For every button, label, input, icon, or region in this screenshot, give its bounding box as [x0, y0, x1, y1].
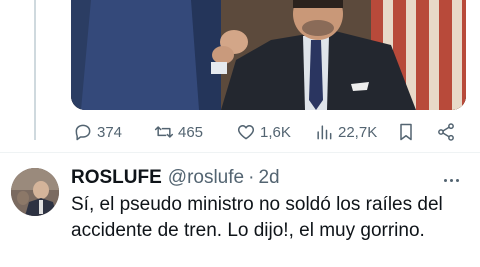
- timestamp[interactable]: 2d: [258, 167, 279, 189]
- separator-dot: ·: [248, 167, 255, 188]
- bookmark-button[interactable]: [396, 122, 416, 142]
- analytics-icon: [317, 125, 332, 140]
- tweet-divider: [0, 152, 480, 153]
- share-icon: [438, 123, 454, 141]
- share-button[interactable]: [436, 122, 456, 142]
- views-button[interactable]: 22,7K: [314, 122, 377, 142]
- user-handle[interactable]: @roslufe: [168, 167, 244, 189]
- dot: [456, 179, 459, 182]
- avatar[interactable]: [11, 168, 59, 216]
- retweet-icon: [154, 126, 174, 138]
- like-count: 1,6K: [260, 123, 291, 141]
- view-count: 22,7K: [338, 123, 378, 141]
- display-name[interactable]: ROSLUFE: [71, 167, 162, 189]
- reply-tweet[interactable]: ROSLUFE @roslufe · 2d Sí, el pseudo mini…: [0, 160, 480, 267]
- like-button[interactable]: 1,6K: [236, 122, 291, 142]
- tweet-actions-bar: 374 465 1,6K 22,7K: [0, 118, 480, 150]
- dot: [450, 179, 453, 182]
- reply-text: Sí, el pseudo ministro no soldó los raíl…: [71, 194, 443, 241]
- reply-button[interactable]: 374: [73, 122, 122, 142]
- reply-header: ROSLUFE @roslufe · 2d: [71, 165, 460, 191]
- reply-count: 374: [97, 123, 123, 141]
- bookmark-icon: [400, 123, 412, 141]
- reply-icon: [75, 124, 91, 141]
- more-options-button[interactable]: [442, 170, 462, 190]
- retweet-button[interactable]: 465: [154, 122, 203, 142]
- heart-icon: [237, 125, 255, 140]
- tweet-image[interactable]: [71, 0, 466, 110]
- dot: [444, 179, 447, 182]
- retweet-count: 465: [178, 123, 204, 141]
